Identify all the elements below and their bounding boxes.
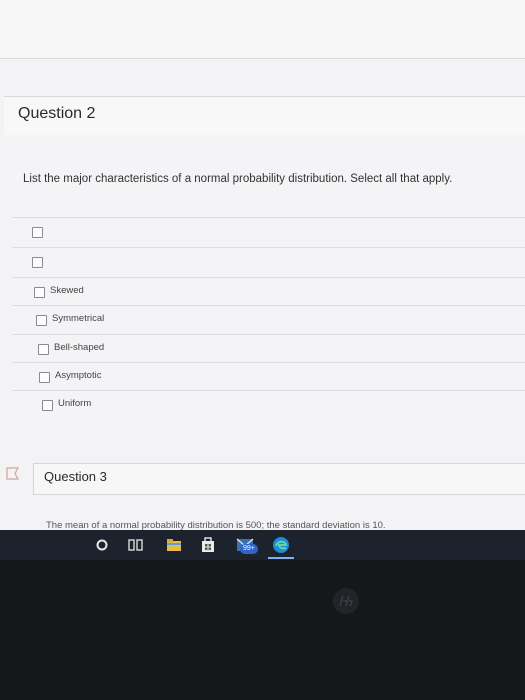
browser-content: Question 2 List the major characteristic… — [0, 0, 525, 531]
question-2-body: List the major characteristics of a norm… — [4, 135, 525, 433]
question-3-header: Question 3 — [33, 463, 525, 495]
checkbox-skewed[interactable] — [34, 287, 45, 298]
windows-taskbar: 99+ — [0, 530, 525, 560]
option-row-asymptotic[interactable]: Asymptotic — [12, 362, 525, 390]
task-view-icon[interactable] — [128, 536, 144, 554]
option-label-uniform: Uniform — [58, 398, 92, 409]
search-icon[interactable] — [95, 536, 109, 554]
option-label-bell-shaped: Bell-shaped — [54, 342, 105, 353]
option-label-skewed: Skewed — [50, 285, 84, 296]
checkbox-bell-shaped[interactable] — [38, 344, 49, 355]
option-row[interactable] — [12, 247, 525, 275]
option-label-asymptotic: Asymptotic — [55, 370, 102, 381]
checkbox-uniform[interactable] — [42, 400, 53, 411]
option-row-bell-shaped[interactable]: Bell-shaped — [12, 334, 525, 362]
question-3-title: Question 3 — [44, 469, 107, 484]
checkbox-asymptotic[interactable] — [39, 372, 50, 383]
notification-badge: 99+ — [240, 544, 258, 554]
checkbox[interactable] — [32, 257, 43, 268]
edge-icon[interactable] — [272, 536, 290, 554]
question-2-prompt: List the major characteristics of a norm… — [23, 173, 453, 185]
question-2-title: Question 2 — [18, 105, 96, 122]
option-row-uniform[interactable]: Uniform — [12, 390, 525, 418]
question-2-header: Question 2 — [4, 96, 525, 136]
option-row-skewed[interactable]: Skewed — [12, 277, 525, 305]
flag-icon[interactable] — [6, 467, 20, 480]
checkbox-symmetrical[interactable] — [36, 315, 47, 326]
hp-logo — [333, 588, 359, 614]
option-row-symmetrical[interactable]: Symmetrical — [12, 305, 525, 333]
top-band — [0, 0, 525, 59]
checkbox[interactable] — [32, 227, 43, 238]
store-icon[interactable] — [200, 536, 216, 554]
active-app-indicator — [268, 557, 294, 559]
option-label-symmetrical: Symmetrical — [52, 313, 105, 324]
file-explorer-icon[interactable] — [166, 536, 182, 554]
option-row[interactable] — [12, 217, 525, 245]
laptop-bezel — [0, 560, 525, 700]
